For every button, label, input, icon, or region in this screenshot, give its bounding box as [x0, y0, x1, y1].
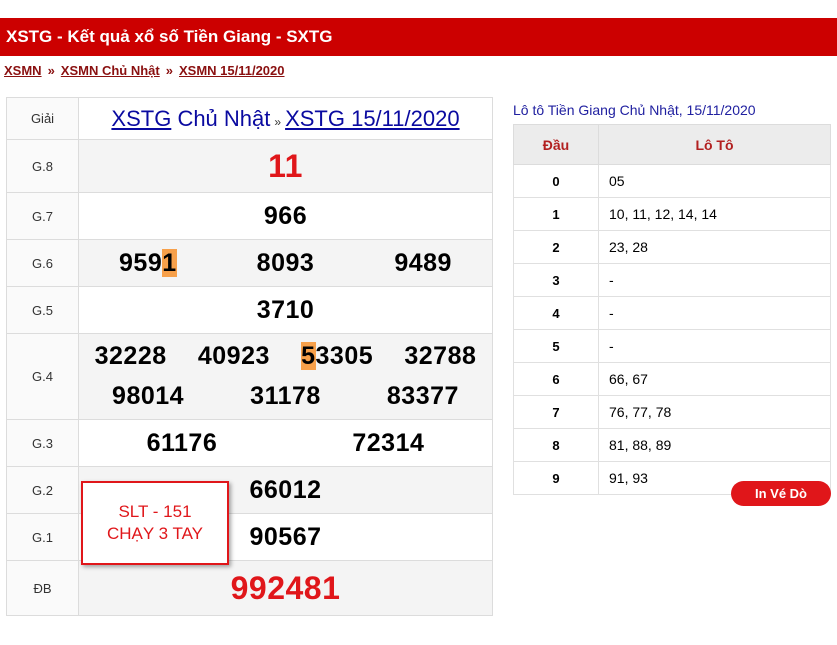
loto-title: Lô tô Tiền Giang Chủ Nhật, 15/11/2020	[513, 102, 756, 118]
loto-cell: 76, 77, 78	[598, 395, 831, 429]
table-row: 4-	[513, 296, 831, 330]
table-row: ĐB 992481	[6, 560, 493, 616]
dau-cell: 7	[513, 395, 599, 429]
prize-label: G.3	[6, 419, 79, 467]
dau-cell: 5	[513, 329, 599, 363]
breadcrumb-xsmn-date[interactable]: XSMN 15/11/2020	[179, 63, 285, 78]
loto-cell: 23, 28	[598, 230, 831, 264]
table-header-row: Đầu Lô Tô	[513, 124, 831, 165]
note-line-2: CHẠY 3 TAY	[106, 524, 204, 543]
dau-cell: 4	[513, 296, 599, 330]
table-row: 6 66, 67	[513, 362, 831, 396]
prize-label: G.8	[6, 139, 79, 193]
breadcrumb-separator: »	[47, 63, 55, 78]
note-line-1: SLT - 151	[118, 502, 192, 521]
table-row: G.2 66012	[6, 466, 493, 514]
table-row: 2 23, 28	[513, 230, 831, 264]
loto-cell: -	[598, 263, 831, 297]
dau-cell: 1	[513, 197, 599, 231]
breadcrumb-separator: »	[165, 63, 173, 78]
page-header: XSTG - Kết quả xổ số Tiền Giang - SXTG	[0, 18, 837, 56]
prize-label: G.2	[6, 466, 79, 514]
table-row: G.7 966	[6, 192, 493, 240]
loto-cell: -	[598, 329, 831, 363]
table-row: G.3 61176 72314	[6, 419, 493, 467]
dau-cell: 3	[513, 263, 599, 297]
col-label-giai: Giải	[6, 97, 79, 140]
prize-g4-value-3: 53305	[301, 342, 374, 370]
col-header-loto: Lô Tô	[598, 124, 831, 165]
prize-g1-value: 90567	[249, 522, 322, 551]
breadcrumb-xsmn[interactable]: XSMN	[4, 63, 42, 78]
table-row: G.6 9591 8093 9489	[6, 239, 493, 287]
prize-label: ĐB	[6, 560, 79, 616]
prize-g4-value-2: 40923	[197, 342, 270, 370]
prize-g8-value: 11	[268, 147, 303, 184]
table-row: 5-	[513, 329, 831, 363]
xstg-link[interactable]: XSTG	[111, 106, 171, 131]
table-row: G.4 32228 40923 53305 32788 98014 31178 …	[6, 333, 493, 420]
loto-cell: 66, 67	[598, 362, 831, 396]
dau-cell: 8	[513, 428, 599, 462]
prize-g5-value: 3710	[256, 295, 315, 324]
prize-g4-value-4: 32788	[404, 342, 477, 370]
highlight-digit: 5	[301, 342, 316, 370]
heading-separator: »	[274, 114, 282, 129]
breadcrumb: XSMN » XSMN Chủ Nhật » XSMN 15/11/2020	[4, 63, 285, 78]
print-ticket-button[interactable]: In Vé Dò	[731, 481, 831, 506]
loto-cell: 10, 11, 12, 14, 14	[598, 197, 831, 231]
xstg-date-link[interactable]: XSTG 15/11/2020	[285, 106, 460, 131]
prize-g4-value-6: 31178	[250, 382, 321, 410]
page-title: XSTG - Kết quả xổ số Tiền Giang - SXTG	[6, 27, 333, 46]
prize-g6-value-3: 9489	[394, 248, 452, 277]
prize-label: G.1	[6, 513, 79, 561]
prize-label: G.4	[6, 333, 79, 420]
dau-cell: 9	[513, 461, 599, 495]
table-row: 3-	[513, 263, 831, 297]
prize-g7-value: 966	[263, 201, 308, 230]
prize-g6-value-2: 8093	[256, 248, 315, 277]
table-row: Giải XSTG Chủ Nhật» XSTG 15/11/2020	[6, 97, 493, 140]
dau-cell: 0	[513, 164, 599, 198]
prize-g3-value-1: 61176	[146, 428, 218, 457]
prize-db-value: 992481	[230, 569, 341, 606]
col-header-dau: Đầu	[513, 124, 599, 165]
prize-label: G.7	[6, 192, 79, 240]
table-row: 8 81, 88, 89	[513, 428, 831, 462]
loto-cell: -	[598, 296, 831, 330]
loto-cell: 05	[598, 164, 831, 198]
prize-g4-value-5: 98014	[112, 382, 185, 410]
table-row: 1 10, 11, 12, 14, 14	[513, 197, 831, 231]
dau-cell: 6	[513, 362, 599, 396]
overlay-note: SLT - 151 CHẠY 3 TAY	[81, 481, 229, 565]
results-table: Giải XSTG Chủ Nhật» XSTG 15/11/2020 G.8 1…	[6, 97, 493, 616]
prize-g4-value-1: 32228	[94, 342, 167, 370]
loto-cell: 81, 88, 89	[598, 428, 831, 462]
table-row: 0 05	[513, 164, 831, 198]
table-row: G.1 90567	[6, 513, 493, 561]
table-row: 7 76, 77, 78	[513, 395, 831, 429]
day-label: Chủ Nhật	[177, 105, 271, 131]
prize-label: G.5	[6, 286, 79, 334]
table-row: G.5 3710	[6, 286, 493, 334]
prize-label: G.6	[6, 239, 79, 287]
table-row: G.8 11	[6, 139, 493, 193]
dau-cell: 2	[513, 230, 599, 264]
prize-g2-value: 66012	[249, 475, 322, 504]
prize-g6-value-1: 9591	[119, 248, 177, 277]
breadcrumb-xsmn-chu-nhat[interactable]: XSMN Chủ Nhật	[61, 63, 160, 78]
loto-table: Đầu Lô Tô 0 05 1 10, 11, 12, 14, 14 2 23, 2…	[513, 124, 831, 495]
highlight-digit: 1	[162, 248, 177, 277]
results-heading: XSTG Chủ Nhật» XSTG 15/11/2020	[78, 97, 493, 140]
prize-g3-value-2: 72314	[352, 428, 425, 457]
prize-g4-value-7: 83377	[386, 382, 459, 410]
